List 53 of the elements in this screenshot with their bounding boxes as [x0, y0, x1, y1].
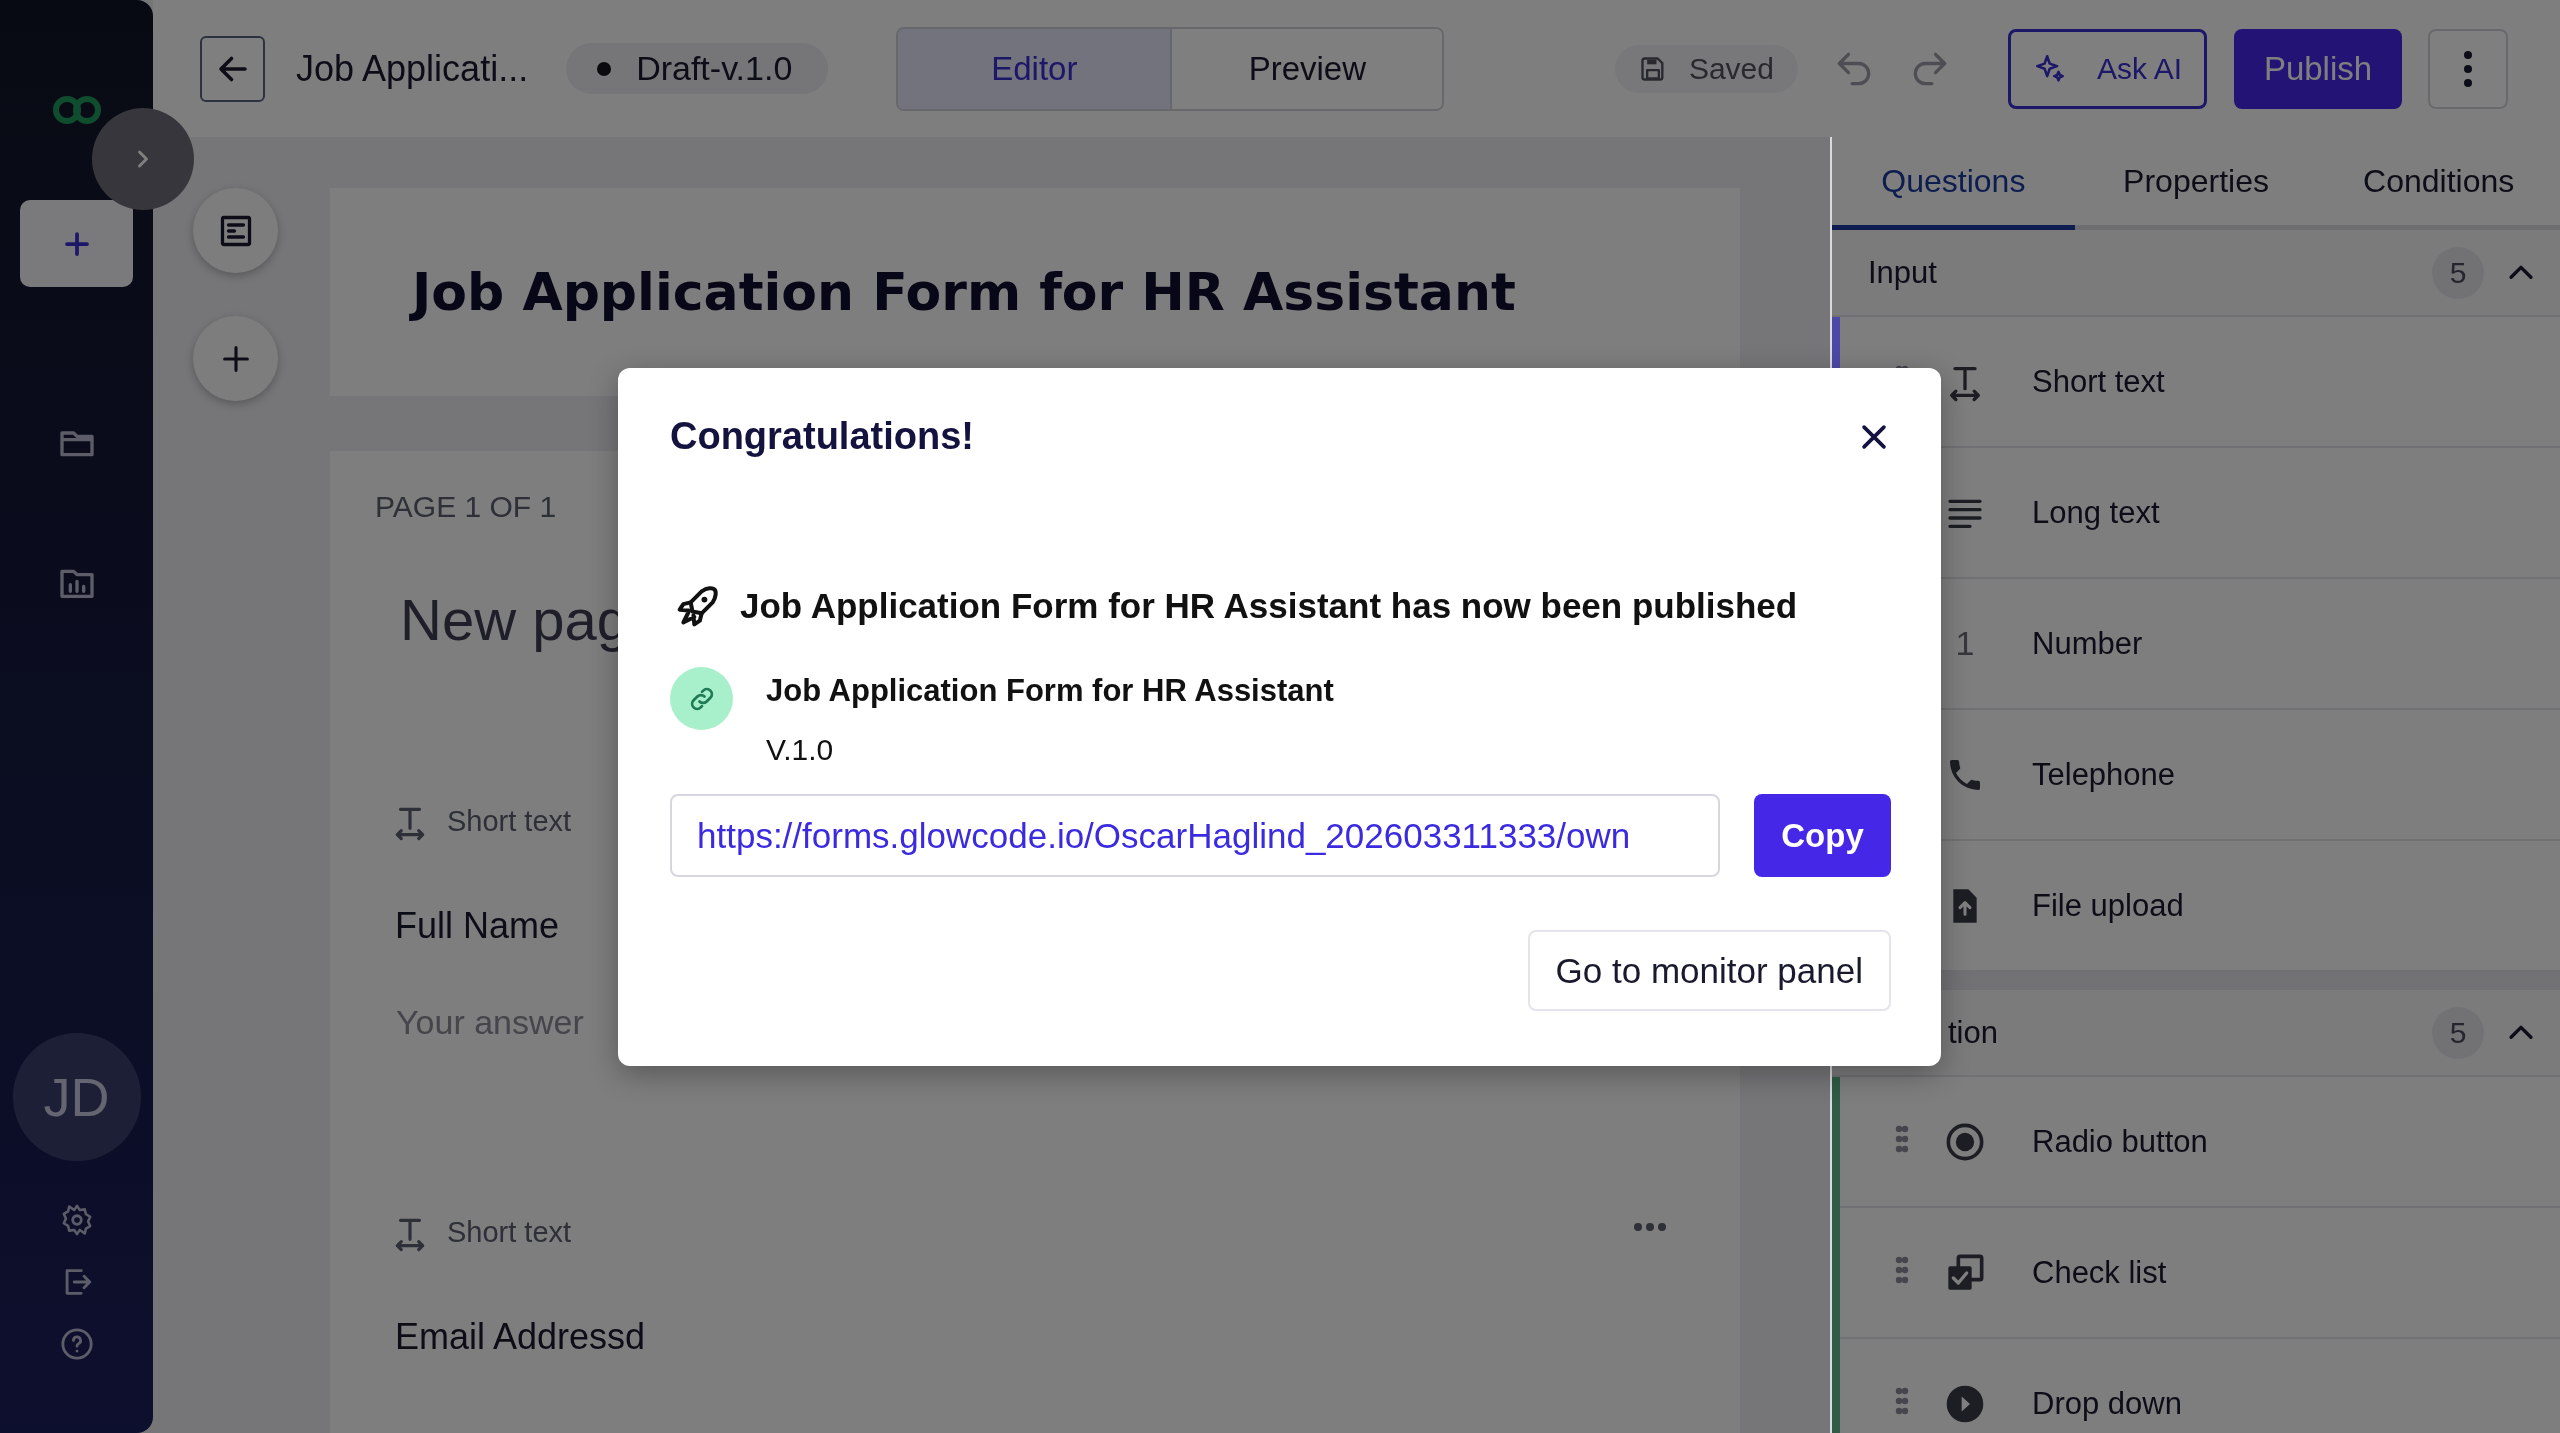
question-title: Email Addressd	[394, 1315, 646, 1358]
dialog-title: Congratulations!	[670, 415, 974, 458]
count-badge: 5	[2432, 246, 2484, 299]
section-title: Input	[1868, 254, 1938, 291]
item-label: Number	[2032, 625, 2143, 662]
more-vertical-icon	[2462, 48, 2474, 89]
view-tab[interactable]: Editor	[898, 28, 1171, 109]
back-button[interactable]	[200, 35, 265, 102]
item-label: Short text	[2032, 363, 2165, 400]
page-label: PAGE 1 OF 1	[375, 489, 557, 524]
section-title: tion	[1947, 1014, 1999, 1051]
radio-icon	[1945, 1121, 1985, 1162]
panel-tab[interactable]: Properties	[2074, 137, 2318, 230]
publish-button[interactable]: Publish	[2234, 28, 2402, 109]
panel-tab[interactable]: Conditions	[2317, 137, 2560, 230]
user-avatar[interactable]: JD	[12, 1033, 141, 1161]
help-icon	[59, 1327, 94, 1361]
add-button[interactable]	[193, 316, 278, 401]
ask-ai-button[interactable]: Ask AI	[2008, 28, 2207, 109]
save-status-label: Saved	[1688, 51, 1774, 86]
success-message: Job Application Form for HR Assistant has now been published	[740, 586, 1798, 626]
status-label: Draft-v.1.0	[636, 49, 793, 88]
item-label: Long text	[2032, 494, 2160, 531]
checkbox-icon	[1945, 1252, 1985, 1293]
more-button[interactable]	[2428, 28, 2508, 109]
version-label: V.1.0	[766, 733, 834, 767]
new-form-button[interactable]	[20, 200, 133, 287]
monitor-panel-button[interactable]: Go to monitor panel	[1527, 930, 1891, 1011]
number-glyph: 1	[1955, 624, 1975, 663]
view-tab[interactable]: Preview	[1170, 28, 1443, 109]
question-type-item[interactable]: Radio button	[1840, 1077, 2560, 1208]
form-name: Job Application Form for HR Assistant	[766, 673, 1334, 709]
question-type-item[interactable]: Drop down	[1840, 1339, 2560, 1433]
item-label: Drop down	[2032, 1385, 2182, 1422]
question-type-item[interactable]: Check list	[1840, 1208, 2560, 1339]
form-layout-button[interactable]	[193, 188, 278, 273]
more-horizontal-icon[interactable]	[1633, 1221, 1667, 1232]
item-label: Radio button	[2032, 1123, 2208, 1160]
item-label: File upload	[2032, 887, 2184, 924]
question-type: Short text	[447, 1216, 572, 1250]
rocket-icon	[676, 584, 720, 628]
question-title: Full Name	[394, 904, 560, 947]
help-button[interactable]	[59, 1327, 94, 1361]
item-label: Telephone	[2032, 756, 2176, 793]
status-dot-icon	[596, 60, 613, 77]
url-field[interactable]: https://forms.glowcode.io/OscarHaglind_202603311333/own	[670, 794, 1720, 877]
question-type: Short text	[447, 805, 572, 839]
form-title: Job Applicati...	[296, 47, 529, 90]
item-label: Check list	[2032, 1254, 2167, 1291]
dropdown-icon	[1945, 1383, 1985, 1424]
copy-button[interactable]: Copy	[1754, 794, 1891, 877]
save-icon	[1638, 54, 1667, 83]
count-badge: 5	[2432, 1006, 2484, 1059]
